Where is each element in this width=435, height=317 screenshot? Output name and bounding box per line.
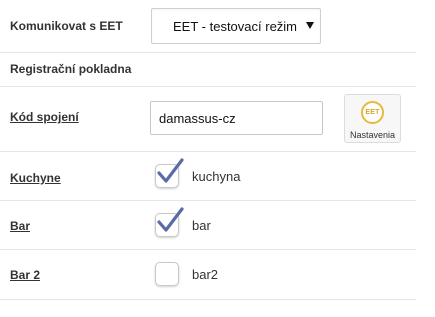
register-section-title: Registrační pokladna [10, 62, 132, 76]
printer-value-bar2: bar2 [192, 267, 219, 282]
checkmark-icon [157, 158, 184, 183]
printer-label-kuchyne[interactable]: Kuchyne [10, 171, 61, 185]
printer-value-bar: bar [192, 218, 211, 233]
register-section-row: Registrační pokladna [0, 53, 416, 87]
chevron-down-icon [306, 22, 314, 29]
checkmark-icon [157, 207, 184, 232]
eet-settings-button[interactable]: EET Nastavenia [344, 94, 401, 143]
connection-code-input[interactable] [150, 101, 323, 135]
printer-value-kuchyne: kuchyna [192, 169, 241, 184]
printer-checkbox-bar2[interactable] [155, 262, 179, 286]
printer-checkbox-kuchyne[interactable] [155, 158, 184, 188]
eet-settings-label: Nastavenia [349, 130, 396, 140]
eet-mode-label: Komunikovat s EET [10, 19, 123, 33]
printer-label-bar[interactable]: Bar [10, 219, 30, 233]
eet-mode-select[interactable]: EET - testovací režim [151, 8, 321, 44]
printer-label-bar2[interactable]: Bar 2 [10, 268, 40, 282]
eet-logo-icon: EET [361, 101, 384, 124]
printer-checkbox-bar[interactable] [155, 207, 184, 237]
eet-logo-text: EET [365, 109, 380, 116]
eet-mode-selected-value: EET - testovací režim [173, 19, 298, 34]
connection-code-label[interactable]: Kód spojení [10, 110, 79, 124]
eet-mode-row: Komunikovat s EET EET - testovací režim [0, 0, 416, 53]
